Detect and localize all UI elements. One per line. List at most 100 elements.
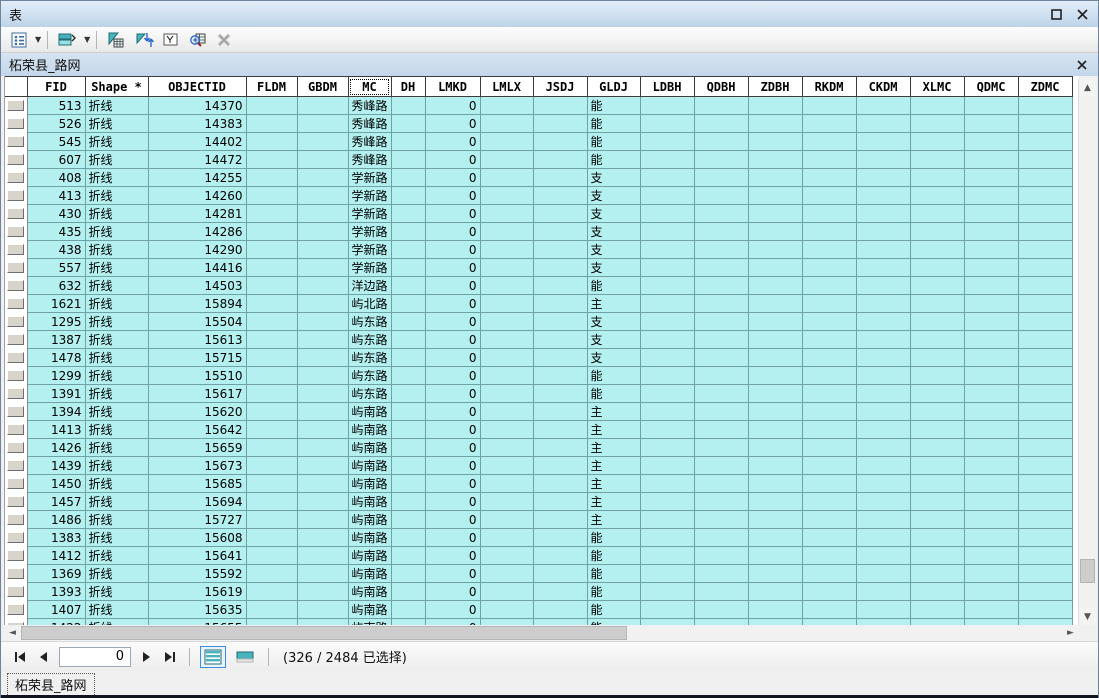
cell-qdbh[interactable]	[694, 564, 749, 583]
cell-fid[interactable]: 1478	[27, 348, 86, 367]
row-selector-box[interactable]	[7, 586, 24, 597]
cell-gbdm[interactable]	[297, 132, 349, 151]
cell-qdmc[interactable]	[964, 168, 1019, 187]
cell-shape[interactable]: 折线	[85, 528, 149, 547]
cell-ckdm[interactable]	[856, 366, 911, 385]
cell-xlmc[interactable]	[910, 582, 965, 601]
cell-mc[interactable]: 洋边路	[348, 276, 392, 295]
cell-dh[interactable]	[391, 456, 426, 475]
cell-gldj[interactable]: 支	[587, 222, 641, 241]
cell-jsdj[interactable]	[533, 168, 588, 187]
cell-jsdj[interactable]	[533, 258, 588, 277]
cell-xlmc[interactable]	[910, 438, 965, 457]
scroll-up-icon[interactable]: ▲	[1079, 79, 1096, 96]
cell-lmkd[interactable]: 0	[425, 528, 481, 547]
clear-selection-icon[interactable]	[213, 29, 235, 51]
cell-jsdj[interactable]	[533, 456, 588, 475]
cell-qdbh[interactable]	[694, 96, 749, 115]
cell-fldm[interactable]	[246, 582, 298, 601]
cell-fid[interactable]: 1413	[27, 420, 86, 439]
row-selector-box[interactable]	[7, 550, 24, 561]
cell-lmlx[interactable]	[480, 204, 534, 223]
row-selector[interactable]	[5, 546, 28, 565]
cell-gldj[interactable]: 支	[587, 168, 641, 187]
cell-gldj[interactable]: 支	[587, 240, 641, 259]
next-record-button[interactable]	[137, 648, 155, 666]
cell-mc[interactable]: 屿东路	[348, 348, 392, 367]
row-selector-box[interactable]	[7, 568, 24, 579]
cell-gbdm[interactable]	[297, 276, 349, 295]
cell-lmkd[interactable]: 0	[425, 312, 481, 331]
cell-lmkd[interactable]: 0	[425, 204, 481, 223]
cell-rkdm[interactable]	[802, 600, 857, 619]
cell-ckdm[interactable]	[856, 150, 911, 169]
cell-qdmc[interactable]	[964, 546, 1019, 565]
cell-qdbh[interactable]	[694, 114, 749, 133]
cell-mc[interactable]: 秀峰路	[348, 132, 392, 151]
cell-shape[interactable]: 折线	[85, 258, 149, 277]
row-selector[interactable]	[5, 258, 28, 277]
row-selector-box[interactable]	[7, 334, 24, 345]
cell-xlmc[interactable]	[910, 222, 965, 241]
row-selector-box[interactable]	[7, 172, 24, 183]
cell-gbdm[interactable]	[297, 402, 349, 421]
cell-rkdm[interactable]	[802, 546, 857, 565]
cell-lmkd[interactable]: 0	[425, 96, 481, 115]
cell-mc[interactable]: 屿南路	[348, 474, 392, 493]
cell-ckdm[interactable]	[856, 438, 911, 457]
cell-fldm[interactable]	[246, 204, 298, 223]
cell-gbdm[interactable]	[297, 510, 349, 529]
cell-lmkd[interactable]: 0	[425, 186, 481, 205]
cell-dh[interactable]	[391, 132, 426, 151]
column-header-dh[interactable]: DH	[390, 76, 426, 97]
cell-lmlx[interactable]	[480, 528, 534, 547]
cell-zdbh[interactable]	[748, 582, 803, 601]
cell-fid[interactable]: 632	[27, 276, 86, 295]
cell-gldj[interactable]: 能	[587, 114, 641, 133]
column-header-qdbh[interactable]: QDBH	[693, 76, 749, 97]
cell-qdbh[interactable]	[694, 222, 749, 241]
cell-shape[interactable]: 折线	[85, 186, 149, 205]
cell-ckdm[interactable]	[856, 474, 911, 493]
cell-qdmc[interactable]	[964, 114, 1019, 133]
cell-qdbh[interactable]	[694, 402, 749, 421]
cell-objectid[interactable]: 15504	[148, 312, 247, 331]
cell-ldbh[interactable]	[640, 564, 695, 583]
cell-zdmc[interactable]	[1018, 330, 1073, 349]
scroll-down-icon[interactable]: ▼	[1079, 608, 1096, 625]
cell-objectid[interactable]: 14370	[148, 96, 247, 115]
cell-dh[interactable]	[391, 582, 426, 601]
column-header-jsdj[interactable]: JSDJ	[532, 76, 588, 97]
cell-ldbh[interactable]	[640, 168, 695, 187]
cell-zdmc[interactable]	[1018, 222, 1073, 241]
cell-shape[interactable]: 折线	[85, 132, 149, 151]
cell-gldj[interactable]: 能	[587, 150, 641, 169]
cell-xlmc[interactable]	[910, 114, 965, 133]
cell-rkdm[interactable]	[802, 168, 857, 187]
cell-fldm[interactable]	[246, 312, 298, 331]
row-selector[interactable]	[5, 240, 28, 259]
cell-objectid[interactable]: 15727	[148, 510, 247, 529]
cell-fldm[interactable]	[246, 420, 298, 439]
cell-zdbh[interactable]	[748, 150, 803, 169]
cell-shape[interactable]: 折线	[85, 150, 149, 169]
cell-zdbh[interactable]	[748, 510, 803, 529]
restore-icon[interactable]	[1048, 6, 1064, 22]
cell-lmlx[interactable]	[480, 366, 534, 385]
cell-jsdj[interactable]	[533, 312, 588, 331]
cell-ckdm[interactable]	[856, 96, 911, 115]
cell-fldm[interactable]	[246, 456, 298, 475]
cell-dh[interactable]	[391, 204, 426, 223]
cell-gbdm[interactable]	[297, 366, 349, 385]
cell-gbdm[interactable]	[297, 474, 349, 493]
cell-mc[interactable]: 屿东路	[348, 366, 392, 385]
cell-mc[interactable]: 屿南路	[348, 456, 392, 475]
cell-mc[interactable]: 屿东路	[348, 384, 392, 403]
cell-ldbh[interactable]	[640, 366, 695, 385]
cell-zdbh[interactable]	[748, 528, 803, 547]
cell-lmlx[interactable]	[480, 438, 534, 457]
row-selector[interactable]	[5, 600, 28, 619]
cell-fldm[interactable]	[246, 168, 298, 187]
cell-ldbh[interactable]	[640, 204, 695, 223]
row-selector[interactable]	[5, 438, 28, 457]
